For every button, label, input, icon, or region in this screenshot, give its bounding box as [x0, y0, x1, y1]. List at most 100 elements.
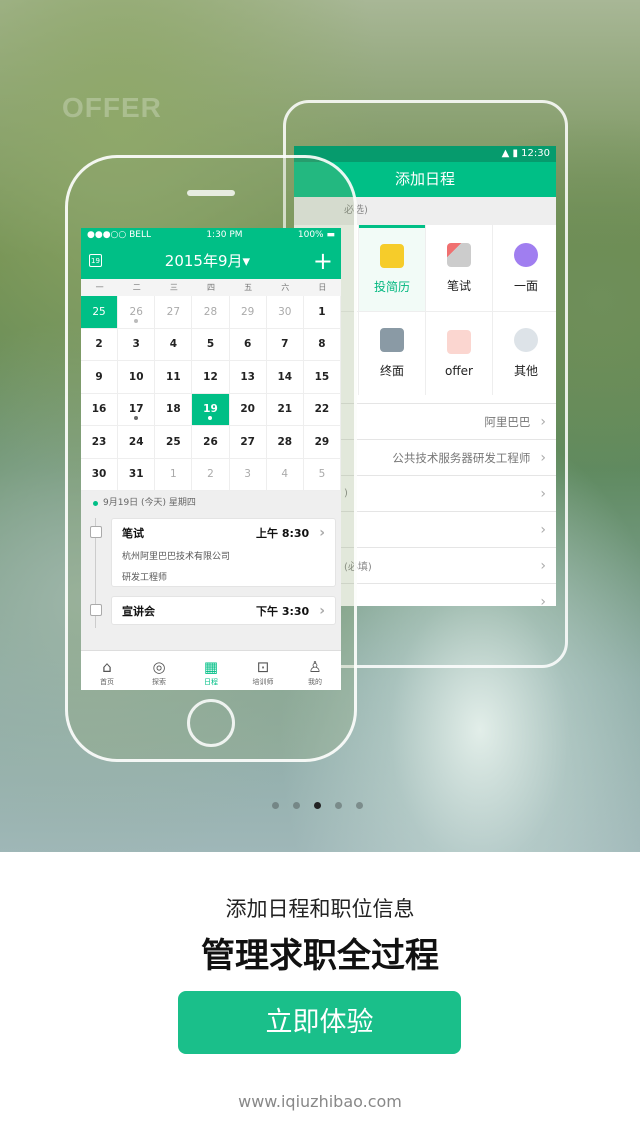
- day-number: 27: [166, 305, 181, 318]
- calendar-day[interactable]: 27: [229, 426, 267, 459]
- month-selector[interactable]: 2015年9月▾: [165, 250, 250, 271]
- calendar-day[interactable]: 16: [81, 393, 119, 426]
- event-card[interactable]: 笔试 上午 8:30 › 杭州阿里巴巴技术有限公司 研发工程师: [111, 518, 336, 587]
- promo-headline: 管理求职全过程: [201, 936, 439, 976]
- day-number: 26: [203, 435, 218, 448]
- calendar-day[interactable]: 2: [192, 458, 230, 491]
- tab-label: 首页: [100, 678, 114, 686]
- calendar-day[interactable]: 11: [155, 361, 193, 394]
- calendar-day[interactable]: 18: [155, 393, 193, 426]
- calendar-day[interactable]: 21: [266, 393, 304, 426]
- calendar-day[interactable]: 29: [229, 296, 267, 329]
- page-dot[interactable]: [293, 802, 300, 809]
- schedule-type-1[interactable]: 投简历: [359, 225, 425, 311]
- calendar-day[interactable]: 1: [155, 458, 193, 491]
- tab-2[interactable]: ▦ 日程: [185, 651, 237, 690]
- calendar-day[interactable]: 17: [118, 393, 156, 426]
- iphone-home-button[interactable]: [187, 699, 235, 747]
- calendar-day[interactable]: 4: [155, 328, 193, 361]
- event-card[interactable]: 宣讲会 下午 3:30 ›: [111, 596, 336, 625]
- calendar-day[interactable]: 30: [266, 296, 304, 329]
- calendar-day[interactable]: 28: [192, 296, 230, 329]
- calendar-day[interactable]: 3: [118, 328, 156, 361]
- tab-3[interactable]: ⊡ 培训师: [237, 651, 289, 690]
- calendar-day[interactable]: 20: [229, 393, 267, 426]
- day-number: 30: [278, 305, 292, 318]
- page-dot[interactable]: [272, 802, 279, 809]
- schedule-type-label: 终面: [379, 364, 404, 378]
- calendar-day[interactable]: 12: [192, 361, 230, 394]
- calendar-day[interactable]: 22: [303, 393, 341, 426]
- tab-1[interactable]: ◎ 探索: [133, 651, 185, 690]
- ios-status-bar: ●●●○○ BELL 1:30 PM 100% ▬: [81, 228, 341, 242]
- calendar-day[interactable]: 31: [118, 458, 156, 491]
- calendar-day[interactable]: 25: [155, 426, 193, 459]
- calendar-day[interactable]: 1: [303, 296, 341, 329]
- today-calendar-icon[interactable]: 19: [89, 254, 102, 267]
- calendar-day[interactable]: 25: [81, 296, 119, 329]
- calendar-day[interactable]: 2: [81, 328, 119, 361]
- event-time: 下午 3:30: [256, 605, 310, 618]
- schedule-type-7[interactable]: 其他: [493, 312, 556, 395]
- calendar-day[interactable]: 3: [229, 458, 267, 491]
- calendar-day[interactable]: 5: [303, 458, 341, 491]
- chevron-right-icon: ›: [540, 413, 546, 430]
- calendar-day[interactable]: 9: [81, 361, 119, 394]
- page-dot[interactable]: [314, 802, 321, 809]
- tab-label: 我的: [308, 678, 322, 686]
- page-dot[interactable]: [356, 802, 363, 809]
- calendar-day[interactable]: 10: [118, 361, 156, 394]
- calendar-day[interactable]: 7: [266, 328, 304, 361]
- calendar-day[interactable]: 8: [303, 328, 341, 361]
- calendar-day[interactable]: 19: [192, 393, 230, 426]
- status-time: 1:30 PM: [206, 230, 243, 240]
- calendar-day[interactable]: 24: [118, 426, 156, 459]
- tab-0[interactable]: ⌂ 首页: [81, 651, 133, 690]
- add-button[interactable]: +: [313, 249, 333, 273]
- day-number: 2: [95, 338, 103, 351]
- page-dot[interactable]: [335, 802, 342, 809]
- day-number: 8: [318, 338, 326, 351]
- calendar-icon: ▦: [203, 658, 219, 676]
- calendar-day[interactable]: 26: [118, 296, 156, 329]
- calendar-day[interactable]: 30: [81, 458, 119, 491]
- event-dot: [208, 416, 213, 420]
- calendar-day[interactable]: 29: [303, 426, 341, 459]
- calendar-day[interactable]: 6: [229, 328, 267, 361]
- schedule-type-6[interactable]: offer: [426, 312, 492, 395]
- day-number: 27: [240, 435, 255, 448]
- schedule-type-2[interactable]: 笔试: [426, 225, 492, 311]
- calendar-day[interactable]: 28: [266, 426, 304, 459]
- event-company: 杭州阿里巴巴技术有限公司: [122, 552, 231, 562]
- weekday-label: 四: [206, 283, 215, 292]
- battery: 100% ▬: [297, 230, 335, 240]
- calendar-day[interactable]: 13: [229, 361, 267, 394]
- promo-subtitle: 添加日程和职位信息: [225, 897, 415, 921]
- event-checkbox[interactable]: [90, 604, 102, 616]
- tab-4[interactable]: ♙ 我的: [289, 651, 341, 690]
- tab-label: 培训师: [252, 678, 274, 686]
- event-time: 上午 8:30: [256, 527, 310, 540]
- calendar-day[interactable]: 4: [266, 458, 304, 491]
- form-row-value: 公共技术服务器研发工程师: [392, 450, 531, 465]
- event-checkbox[interactable]: [90, 526, 102, 538]
- day-number: 28: [203, 305, 218, 318]
- website-url[interactable]: www.iqiuzhibao.com: [0, 1092, 640, 1111]
- page-indicator: [272, 802, 363, 809]
- document-icon: [380, 244, 404, 268]
- calendar-day[interactable]: 27: [155, 296, 193, 329]
- day-number: 12: [203, 370, 218, 383]
- try-now-button[interactable]: 立即体验: [178, 991, 461, 1054]
- calendar-day[interactable]: 26: [192, 426, 230, 459]
- calendar-day[interactable]: 15: [303, 361, 341, 394]
- schedule-type-3[interactable]: 一面: [493, 225, 556, 311]
- schedule-type-5[interactable]: 终面: [359, 312, 425, 395]
- day-number: 18: [166, 403, 181, 416]
- day-number: 29: [314, 435, 330, 448]
- day-number: 15: [314, 370, 330, 383]
- calendar-day[interactable]: 14: [266, 361, 304, 394]
- calendar-day[interactable]: 5: [192, 328, 230, 361]
- iphone-screen: ●●●○○ BELL 1:30 PM 100% ▬ 19 2015年9月▾ + …: [81, 228, 341, 690]
- day-number: 5: [206, 338, 215, 351]
- calendar-day[interactable]: 23: [81, 426, 119, 459]
